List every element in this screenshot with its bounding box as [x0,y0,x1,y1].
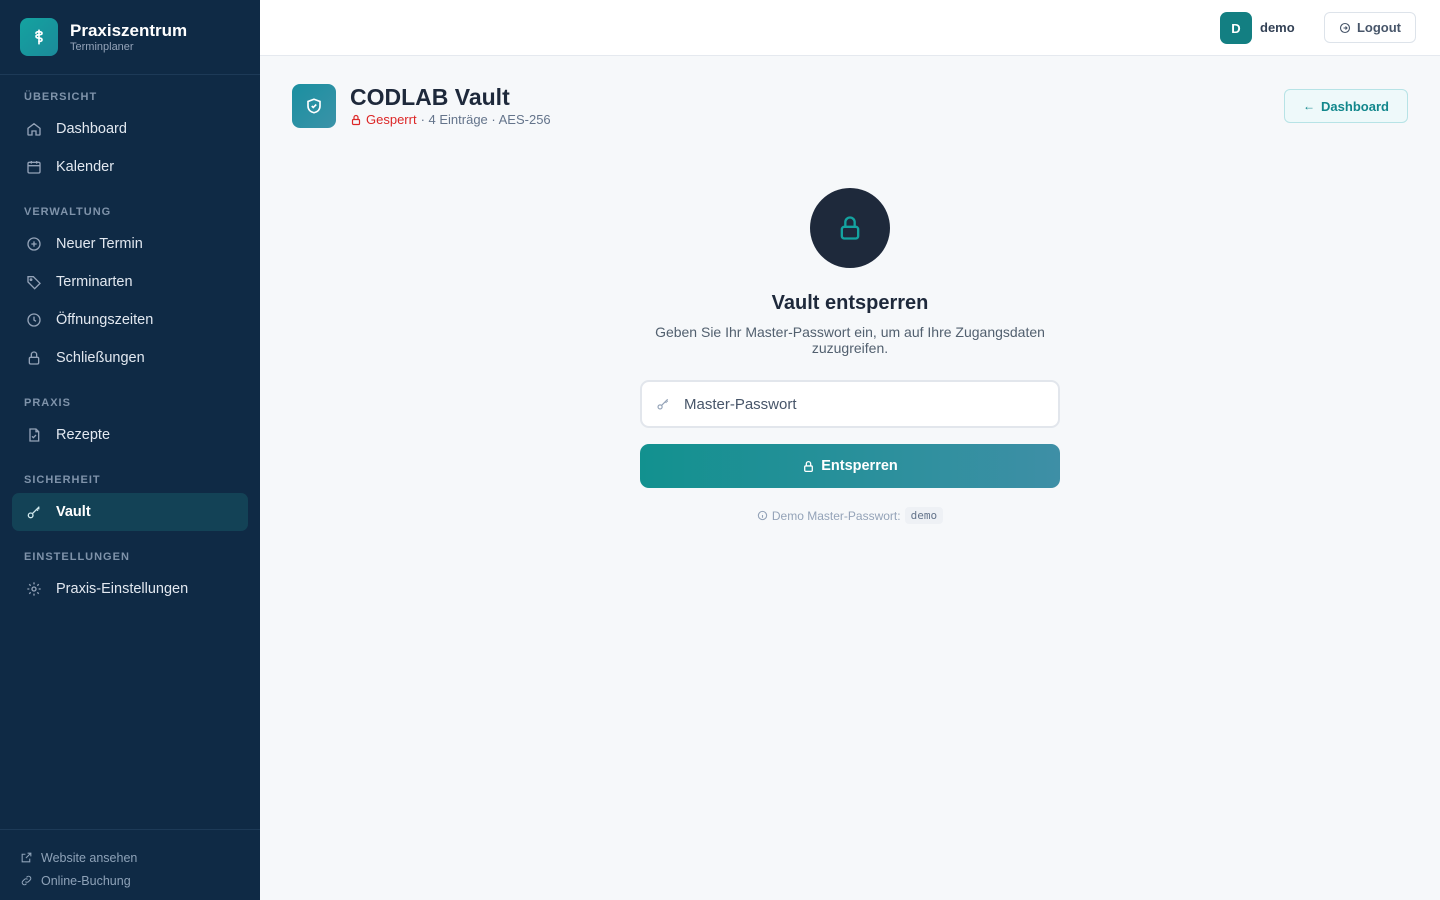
sidebar-item-rezepte[interactable]: Rezepte [12,416,248,454]
sidebar-item-label: Neuer Termin [56,236,143,252]
brand[interactable]: Praxiszentrum Terminplaner [0,0,260,75]
plus-circle-icon [26,236,42,252]
gear-icon [26,581,42,597]
tag-icon [26,274,42,290]
section-label-einstellungen: EINSTELLUNGEN [24,551,130,563]
unlock-button[interactable]: Entsperren [640,444,1060,488]
website-link-label: Website ansehen [41,850,138,865]
home-icon [26,121,42,137]
master-password-field[interactable] [640,380,1060,428]
info-icon [757,510,768,521]
username: demo [1260,20,1295,35]
logout-button[interactable]: Logout [1324,12,1416,43]
section-label-uebersicht: ÜBERSICHT [24,91,98,103]
hint-label: Demo Master-Passwort: [771,508,901,523]
section-label-praxis: PRAXIS [24,397,71,409]
sidebar-item-label: Schließungen [56,350,145,366]
sidebar-item-label: Terminarten [56,274,133,290]
online-booking-label: Online-Buchung [41,873,131,888]
sidebar-item-label: Praxis-Einstellungen [56,581,189,597]
sidebar-item-kalender[interactable]: Kalender [12,148,248,186]
sidebar-item-praxis-einstellungen[interactable]: Praxis-Einstellungen [12,570,248,608]
sidebar-item-label: Rezepte [56,427,111,443]
sidebar-item-schliessungen[interactable]: Schließungen [12,339,248,377]
clock-icon [26,312,42,328]
sidebar-item-label: Öffnungszeiten [56,312,154,328]
unlock-icon [802,460,815,473]
sidebar-item-label: Dashboard [56,121,127,137]
topbar: D demo Logout [260,0,1440,56]
page-meta: Gesperrt · 4 Einträge · AES-256 [350,112,551,127]
link-icon [20,874,33,887]
caduceus-logo-icon [20,18,58,56]
shield-icon [292,84,336,128]
avatar[interactable]: D [1220,12,1252,44]
sidebar-item-oeffnungszeiten[interactable]: Öffnungszeiten [12,301,248,339]
key-icon [26,504,42,520]
sidebar-item-label: Kalender [56,159,115,175]
sidebar-item-dashboard[interactable]: Dashboard [12,110,248,148]
brand-name: Praxiszentrum [70,21,188,40]
sidebar: Praxiszentrum Terminplaner ÜBERSICHT Das… [0,0,260,900]
external-link-icon [20,851,33,864]
lock-icon [810,188,890,268]
logout-icon [1339,22,1351,34]
back-to-dashboard-button[interactable]: ← Dashboard [1284,89,1408,123]
brand-subtitle: Terminplaner [70,41,134,53]
calendar-icon [26,159,42,175]
hint-password-value: demo [904,507,944,524]
sidebar-item-neuer-termin[interactable]: Neuer Termin [12,225,248,263]
section-label-verwaltung: VERWALTUNG [24,206,112,218]
online-booking-link[interactable]: Online-Buchung [20,869,260,892]
section-label-sicherheit: SICHERHEIT [24,474,101,486]
page-title: CODLAB Vault [350,84,510,110]
sidebar-item-vault[interactable]: Vault [12,493,248,531]
key-icon [656,397,670,411]
logout-label: Logout [1356,20,1402,35]
status-label: Gesperrt [366,112,417,127]
website-link[interactable]: Website ansehen [20,846,260,869]
unlock-button-label: Entsperren [821,458,898,474]
document-icon [26,427,42,443]
unlock-title: Vault entsperren [771,292,929,314]
sidebar-footer: Website ansehen Online-Buchung [0,829,260,900]
demo-password-hint: Demo Master-Passwort: demo [640,507,1060,524]
lock-icon [26,350,42,366]
status-badge: Gesperrt [350,112,417,127]
sidebar-item-label: Vault [56,504,91,520]
back-label: Dashboard [1321,98,1389,114]
master-password-input[interactable] [684,395,1044,413]
arrow-left-icon: ← [1303,99,1316,113]
lock-icon [350,114,362,126]
unlock-description: Geben Sie Ihr Master-Passwort ein, um au… [655,324,1045,356]
sidebar-item-terminarten[interactable]: Terminarten [12,263,248,301]
vault-meta: · 4 Einträge · AES-256 [420,112,551,127]
